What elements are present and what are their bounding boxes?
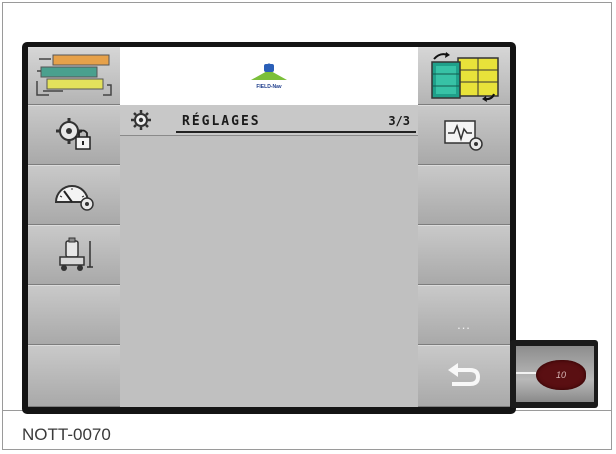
sprayer-scale-icon (59, 237, 93, 271)
return-button[interactable] (418, 345, 510, 407)
side-cable (516, 372, 536, 374)
speedometer-gear-icon (54, 185, 94, 211)
header-logo-bar: FIELD-Nav (120, 47, 418, 105)
left-empty-button-6[interactable] (28, 345, 120, 407)
left-button-column (28, 47, 120, 407)
tractor-logo-icon (251, 63, 287, 80)
right-empty-button-3[interactable] (418, 165, 510, 225)
right-button-column: ... (418, 47, 510, 407)
brand-logo-text: FIELD-Nav (256, 84, 282, 90)
field-map-lines-icon (36, 54, 112, 96)
more-icon: ... (457, 316, 471, 332)
left-empty-button-5[interactable] (28, 285, 120, 345)
settings-gear-icon (131, 110, 151, 130)
page-indicator: 3/3 (388, 114, 410, 128)
security-settings-button[interactable] (28, 105, 120, 165)
control-knob[interactable]: 10 (536, 360, 586, 390)
terminal-screen: FIELD-Nav RÉGLAGES 3/3 ... (28, 47, 510, 407)
return-arrow-icon (448, 363, 481, 386)
swap-view-button[interactable] (418, 47, 510, 105)
sprayer-settings-button[interactable] (28, 225, 120, 285)
title-underline (176, 131, 416, 133)
settings-title-row: RÉGLAGES 3/3 (120, 105, 418, 136)
diagnostics-gear-icon (444, 120, 483, 151)
speed-settings-button[interactable] (28, 165, 120, 225)
figure-caption: NOTT-0070 (22, 425, 111, 444)
gear-lock-icon (56, 118, 91, 150)
diagnostics-button[interactable] (418, 105, 510, 165)
control-knob-label: 10 (555, 370, 566, 380)
swap-view-icon (431, 52, 499, 102)
field-map-button[interactable] (28, 47, 120, 105)
more-button[interactable]: ... (418, 285, 510, 345)
center-panel: FIELD-Nav RÉGLAGES 3/3 (120, 47, 418, 407)
right-empty-button-4[interactable] (418, 225, 510, 285)
brand-logo: FIELD-Nav (249, 62, 289, 90)
page-title: RÉGLAGES (182, 114, 261, 129)
